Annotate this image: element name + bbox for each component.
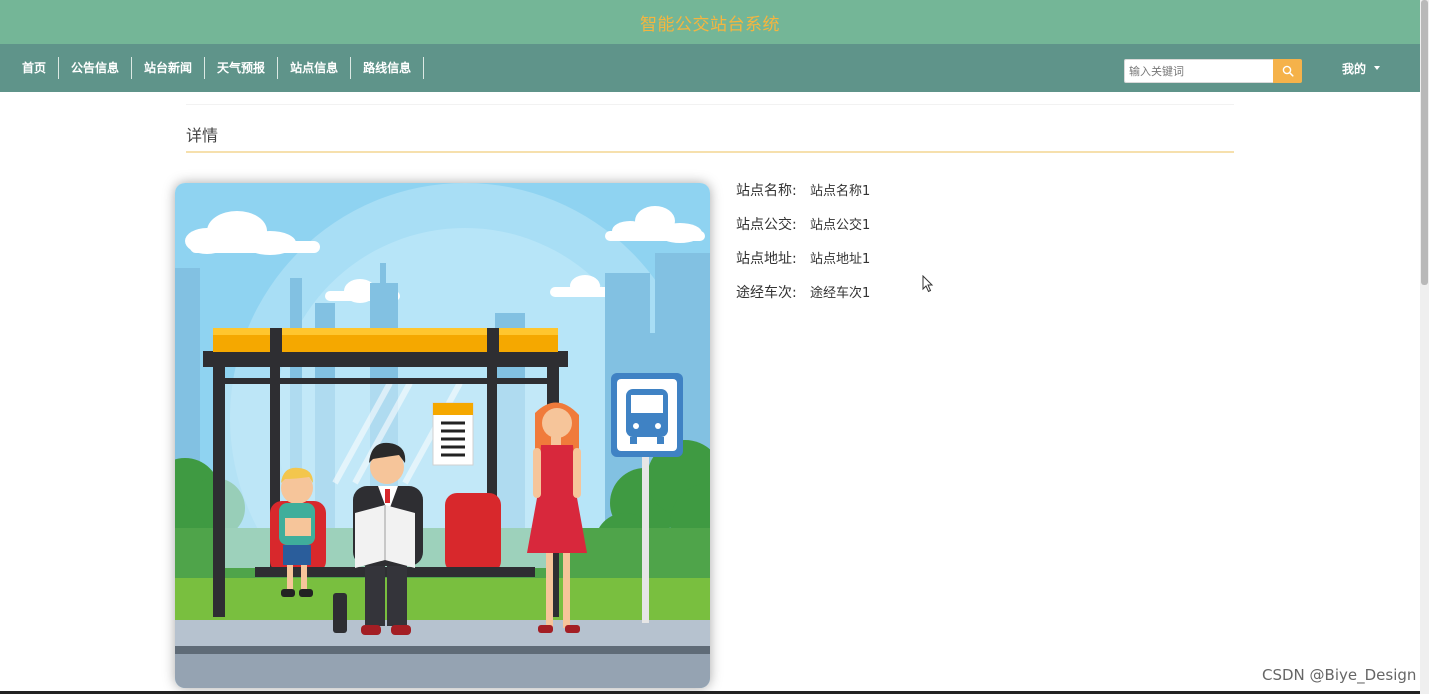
routes-label: 途经车次: (736, 285, 797, 301)
detail-row-station-bus: 站点公交: 站点公交1 (736, 214, 870, 248)
search-box (1124, 59, 1302, 83)
nav-item-announcements[interactable]: 公告信息 (59, 57, 133, 79)
station-name-value: 站点名称1 (810, 184, 871, 199)
station-details: 站点名称: 站点名称1 站点公交: 站点公交1 站点地址: 站点地址1 途经车次… (736, 180, 870, 316)
top-banner: 智能公交站台系统 (0, 0, 1420, 44)
station-name-label: 站点名称: (736, 183, 797, 199)
divider (186, 104, 1234, 105)
station-address-value: 站点地址1 (810, 252, 871, 267)
nav-item-routes[interactable]: 路线信息 (351, 57, 425, 79)
section-title-underline (186, 151, 1234, 153)
station-bus-value: 站点公交1 (810, 218, 871, 233)
mouse-cursor-icon (922, 275, 934, 293)
user-menu-label: 我的 (1342, 61, 1367, 76)
scrollbar-thumb[interactable] (1421, 0, 1428, 285)
station-image (175, 183, 710, 688)
detail-row-routes: 途经车次: 途经车次1 (736, 282, 870, 316)
search-icon (1282, 65, 1294, 77)
detail-row-station-address: 站点地址: 站点地址1 (736, 248, 870, 282)
section-title: 详情 (186, 126, 219, 145)
nav-menu: 首页 公告信息 站台新闻 天气预报 站点信息 路线信息 (10, 44, 425, 92)
user-menu[interactable]: 我的 (1342, 44, 1381, 92)
watermark: CSDN @Biye_Design (1262, 666, 1417, 684)
search-button[interactable] (1273, 59, 1302, 83)
caret-down-icon (1374, 66, 1381, 70)
nav-item-news[interactable]: 站台新闻 (132, 57, 206, 79)
page-scrollbar[interactable] (1420, 0, 1429, 694)
station-address-label: 站点地址: (736, 251, 797, 267)
search-input[interactable] (1124, 59, 1273, 83)
station-bus-label: 站点公交: (736, 217, 797, 233)
nav-item-home[interactable]: 首页 (10, 57, 60, 79)
detail-row-station-name: 站点名称: 站点名称1 (736, 180, 870, 214)
nav-item-stations[interactable]: 站点信息 (278, 57, 352, 79)
routes-value: 途经车次1 (810, 286, 871, 301)
bus-stop-illustration (175, 183, 710, 688)
site-title: 智能公交站台系统 (640, 14, 780, 35)
nav-item-weather[interactable]: 天气预报 (205, 57, 279, 79)
